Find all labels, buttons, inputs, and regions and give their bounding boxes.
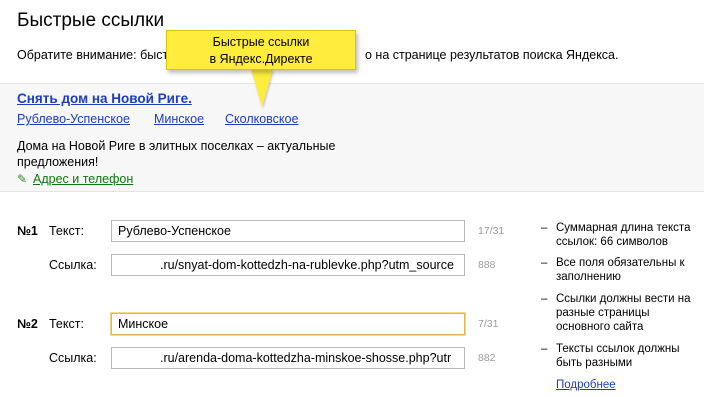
callout-tooltip: Быстрые ссылки в Яндекс.Директе (166, 30, 356, 70)
ad-description: Дома на Новой Риге в элитных поселках – … (17, 139, 336, 169)
row-2-text-counter: 7/31 (478, 318, 499, 330)
callout-line-1: Быстрые ссылки (212, 35, 310, 49)
row-2-text-label: Текст: (49, 317, 84, 331)
hint-dash: – (541, 293, 548, 305)
row-1-link-label: Ссылка: (49, 258, 97, 272)
hint-text: Суммарная длина текста ссылок: 66 символ… (556, 222, 691, 248)
notice-text-right: о на странице результатов поиска Яндекса… (365, 48, 619, 62)
hint-item: – Суммарная длина текста ссылок: 66 симв… (541, 221, 704, 249)
hint-item: – Ссылки должны вести на разные страницы… (541, 292, 704, 334)
hint-text: Тексты ссылок должны быть разными (556, 343, 680, 369)
contact-link[interactable]: ✎ Адрес и телефон (17, 172, 133, 186)
pencil-icon: ✎ (17, 172, 28, 186)
row-2-link-label: Ссылка: (49, 351, 97, 365)
row-2-number: №2 (17, 317, 38, 331)
ad-title-link[interactable]: Снять дом на Новой Риге. (17, 91, 192, 106)
notice-text-left: Обратите внимание: быст (17, 48, 169, 62)
callout-pointer (251, 69, 273, 107)
page-title: Быстрые ссылки (17, 10, 165, 31)
hint-dash: – (541, 343, 548, 355)
hint-text: Все поля обязательны к заполнению (556, 257, 685, 283)
hint-dash: – (541, 222, 548, 234)
sitelink-3[interactable]: Сколковское (225, 112, 298, 126)
sitelink-1[interactable]: Рублево-Успенское (17, 112, 130, 126)
row-1-text-counter: 17/31 (478, 225, 505, 237)
row-1-text-label: Текст: (49, 224, 84, 238)
hint-text: Ссылки должны вести на разные страницы о… (556, 293, 691, 333)
hint-item: – Все поля обязательны к заполнению (541, 256, 704, 284)
row-1-link-counter: 888 (478, 259, 496, 271)
sitelink-2[interactable]: Минское (154, 112, 204, 126)
contact-link-label: Адрес и телефон (33, 172, 134, 186)
row-1-link-input[interactable]: .ru/snyat-dom-kottedzh-na-rublevke.php?u… (111, 254, 465, 276)
row-2-link-counter: 882 (478, 352, 496, 364)
row-2-text-input[interactable]: Минское (111, 313, 465, 335)
callout-line-2: в Яндекс.Директе (209, 52, 313, 66)
row-1-number: №1 (17, 224, 38, 238)
hint-dash: – (541, 257, 548, 269)
row-1-text-input[interactable]: Рублево-Успенское (111, 220, 465, 242)
hint-item: – Тексты ссылок должны быть разными (541, 342, 704, 370)
row-2-link-input[interactable]: .ru/arenda-doma-kottedzha-minskoe-shosse… (111, 347, 465, 369)
more-info-link[interactable]: Подробнее (556, 379, 616, 391)
